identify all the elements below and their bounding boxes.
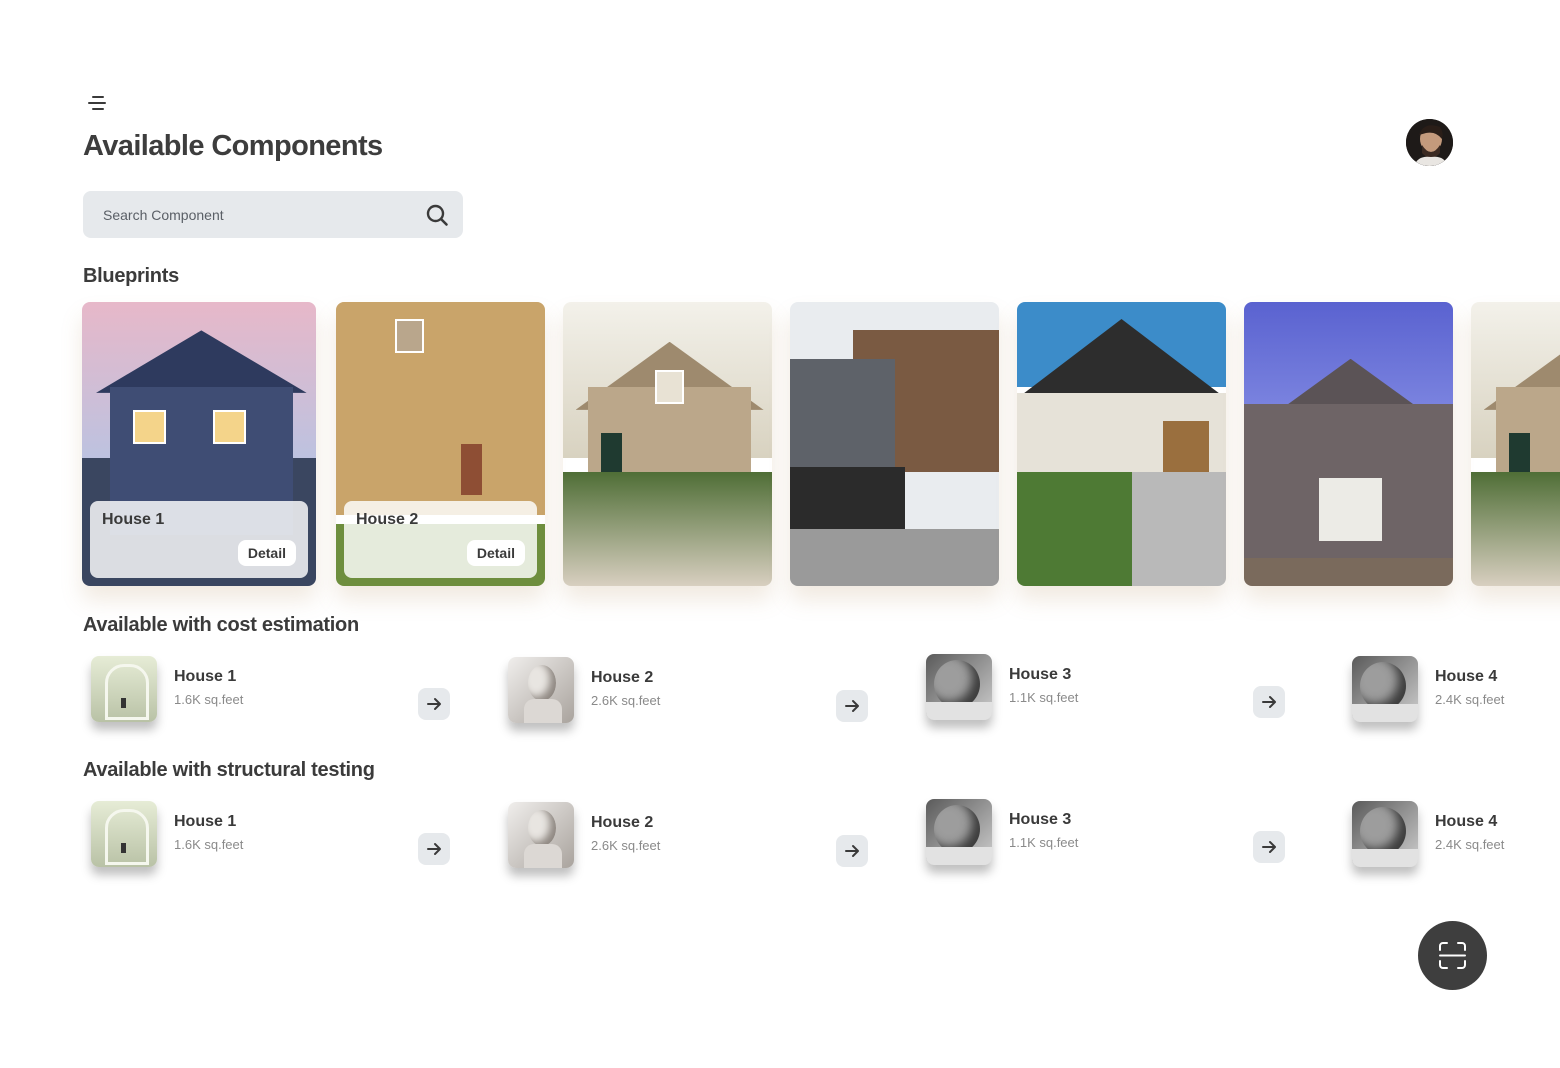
structural-testing-title: Available with structural testing [83,759,375,781]
item-size: 1.1K sq.feet [1009,835,1079,850]
arrow-right-button[interactable] [836,835,868,867]
list-item[interactable]: House 1 1.6K sq.feet [91,656,471,722]
item-size: 2.4K sq.feet [1435,837,1505,852]
house-thumbnail [1352,801,1418,867]
item-name: House 1 [174,813,237,830]
house-thumbnail [926,654,992,720]
arrow-right-icon [845,700,859,712]
item-name: House 1 [174,668,237,685]
list-item[interactable]: House 2 2.6K sq.feet [508,657,888,723]
page: Available Components Blueprints House 1 … [0,0,1560,1068]
item-name: House 4 [1435,813,1498,830]
detail-button[interactable]: Detail [466,540,525,566]
list-item[interactable]: House 3 1.1K sq.feet [926,799,1306,865]
card-title: House 1 [102,511,165,528]
cost-estimation-title: Available with cost estimation [83,614,359,636]
list-item[interactable]: House 4 2.4K sq.feet [1352,656,1552,722]
list-item[interactable]: House 3 1.1K sq.feet [926,654,1306,720]
card-overlay: House 2 Detail [344,501,537,578]
item-name: House 2 [591,669,654,686]
list-item[interactable]: House 4 2.4K sq.feet [1352,801,1552,867]
item-size: 2.6K sq.feet [591,693,661,708]
arrow-right-button[interactable] [1253,686,1285,718]
blueprint-card-house-6[interactable] [1244,302,1453,586]
arrow-right-icon [1262,696,1276,708]
search-bar [83,191,463,238]
blueprint-card-house-1[interactable]: House 1 Detail [82,302,316,586]
blueprint-card-house-5[interactable] [1017,302,1226,586]
house-thumbnail [91,656,157,722]
item-name: House 3 [1009,666,1072,683]
item-name: House 2 [591,814,654,831]
arrow-right-icon [427,843,441,855]
blueprints-title: Blueprints [83,265,179,287]
page-title: Available Components [83,130,383,162]
house-thumbnail [1352,656,1418,722]
house-thumbnail [926,799,992,865]
scan-icon [1439,942,1466,969]
search-icon[interactable] [425,203,449,227]
arrow-right-button[interactable] [418,688,450,720]
blueprint-card-house-2[interactable]: House 2 Detail [336,302,545,586]
list-item[interactable]: House 1 1.6K sq.feet [91,801,471,867]
arrow-right-icon [427,698,441,710]
blueprint-card-house-4[interactable] [790,302,999,586]
card-title: House 2 [356,511,419,528]
arrow-right-icon [1262,841,1276,853]
item-size: 1.6K sq.feet [174,837,244,852]
user-avatar-icon [1406,119,1453,166]
blueprint-card-house-7[interactable] [1471,302,1560,586]
list-item[interactable]: House 2 2.6K sq.feet [508,802,888,868]
arrow-right-button[interactable] [418,833,450,865]
search-input[interactable] [103,191,423,238]
arrow-right-icon [845,845,859,857]
scan-button[interactable] [1418,921,1487,990]
item-size: 1.6K sq.feet [174,692,244,707]
blueprint-card-house-3[interactable] [563,302,772,586]
card-overlay: House 1 Detail [90,501,308,578]
avatar[interactable] [1406,119,1453,166]
item-name: House 3 [1009,811,1072,828]
arrow-right-button[interactable] [836,690,868,722]
item-size: 2.6K sq.feet [591,838,661,853]
house-thumbnail [508,657,574,723]
house-thumbnail [508,802,574,868]
item-size: 2.4K sq.feet [1435,692,1505,707]
arrow-right-button[interactable] [1253,831,1285,863]
house-thumbnail [91,801,157,867]
item-size: 1.1K sq.feet [1009,690,1079,705]
detail-button[interactable]: Detail [237,540,296,566]
hamburger-icon[interactable] [88,94,108,112]
item-name: House 4 [1435,668,1498,685]
